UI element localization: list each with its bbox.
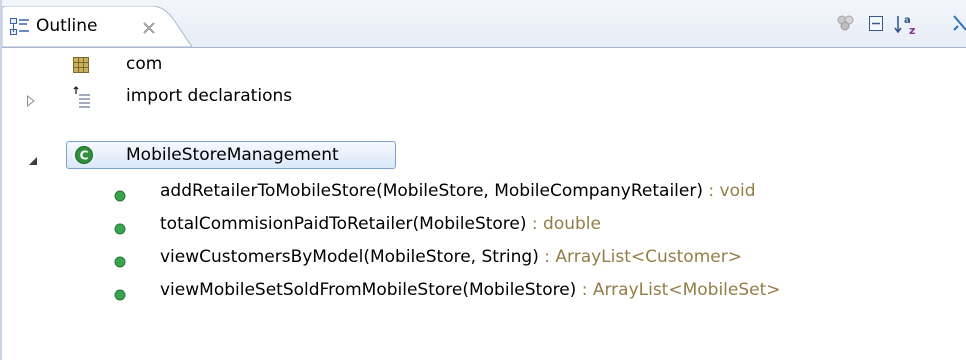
return-type: : ArrayList<Customer> xyxy=(538,247,742,267)
outline-icon xyxy=(10,18,30,41)
public-method-icon xyxy=(114,253,126,273)
expand-arrow-icon[interactable] xyxy=(26,92,36,112)
collapse-all-icon[interactable] xyxy=(866,14,886,39)
tree-item-label: import declarations xyxy=(126,86,293,106)
tree-item-method[interactable]: totalCommisionPaidToRetailer(MobileStore… xyxy=(2,210,966,240)
public-method-icon xyxy=(114,220,126,240)
tab-shape xyxy=(2,6,193,48)
package-icon xyxy=(72,56,90,79)
method-signature: viewCustomersByModel(MobileStore, String… xyxy=(160,247,539,267)
return-type: : ArrayList<MobileSet> xyxy=(576,280,781,300)
tree-item-label: com xyxy=(126,54,163,74)
return-type: : double xyxy=(526,214,601,234)
tree-item-label: MobileStoreManagement xyxy=(126,145,339,165)
imports-icon xyxy=(72,86,92,113)
public-method-icon xyxy=(114,286,126,306)
tree-item-method[interactable]: viewMobileSetSoldFromMobileStore(MobileS… xyxy=(2,276,966,306)
collapse-arrow-icon[interactable] xyxy=(28,151,38,171)
method-signature: viewMobileSetSoldFromMobileStore(MobileS… xyxy=(160,280,577,300)
return-type: : void xyxy=(702,181,756,201)
outline-view: Outline a z com import declarations C Mo… xyxy=(0,0,966,360)
tree-item-method[interactable]: viewCustomersByModel(MobileStore, String… xyxy=(2,243,966,273)
svg-text:z: z xyxy=(909,24,915,36)
method-signature: totalCommisionPaidToRetailer(MobileStore… xyxy=(160,214,527,234)
svg-text:C: C xyxy=(80,149,89,163)
class-icon: C xyxy=(74,145,94,170)
tree-item-imports[interactable]: import declarations xyxy=(2,82,966,112)
tree-item-class-mobilestoremanagement[interactable]: C MobileStoreManagement xyxy=(2,141,966,171)
tree-item-method[interactable]: addRetailerToMobileStore(MobileStore, Mo… xyxy=(2,177,966,207)
public-method-icon xyxy=(114,187,126,207)
hide-fields-icon[interactable] xyxy=(836,14,856,37)
tab-title: Outline xyxy=(36,16,98,36)
view-tab-bar: Outline a z xyxy=(2,0,966,48)
method-signature: addRetailerToMobileStore(MobileStore, Mo… xyxy=(160,181,703,201)
tab-outline[interactable]: Outline xyxy=(2,6,193,48)
hide-nonpublic-icon[interactable] xyxy=(952,14,966,39)
close-icon[interactable] xyxy=(142,20,156,40)
sort-alpha-icon[interactable]: a z xyxy=(894,14,920,41)
outline-tree: com import declarations C MobileStoreMan… xyxy=(2,48,966,360)
tree-item-com[interactable]: com xyxy=(2,50,966,80)
